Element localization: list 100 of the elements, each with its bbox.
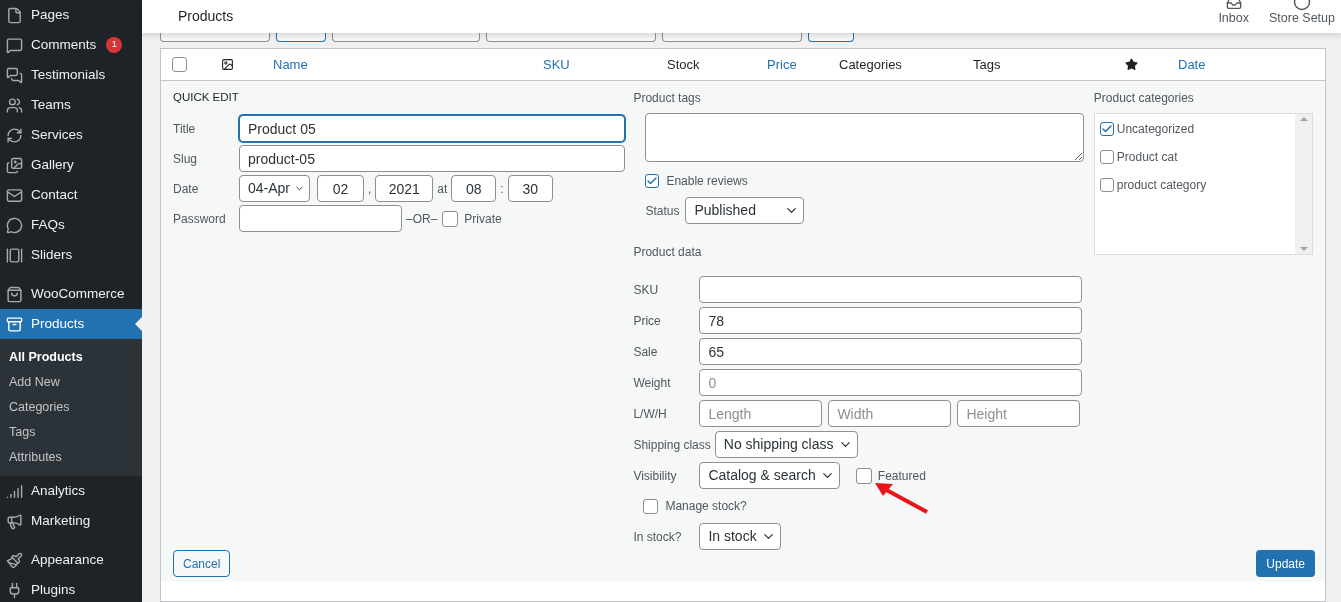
field-label: Product tags (633, 90, 702, 107)
tags-textarea[interactable] (645, 113, 1085, 162)
column-header[interactable]: Name (273, 54, 543, 75)
input-field[interactable]: 78 (699, 307, 1083, 334)
image-icon (221, 58, 234, 71)
column-header: Tags (973, 55, 1002, 74)
sidebar-item[interactable]: Plugins (0, 575, 142, 602)
toolbar-control[interactable] (486, 32, 656, 42)
submenu-item[interactable]: All Products (0, 345, 142, 370)
field-label: Manage stock? (665, 498, 747, 515)
column-header[interactable]: Date (1178, 54, 1206, 75)
field-label: L/W/H (633, 405, 668, 423)
sidebar-item[interactable]: WooCommerce (0, 279, 142, 309)
field-label: Product data (633, 244, 703, 261)
input-field[interactable] (699, 276, 1083, 303)
category-checkbox[interactable] (1099, 122, 1114, 136)
field-label: : (500, 180, 504, 198)
cancel-button[interactable]: Cancel (173, 550, 231, 577)
private-checkbox[interactable] (442, 210, 459, 227)
select-dropdown[interactable]: Published (685, 197, 805, 224)
field-label: Product categories (1093, 90, 1195, 107)
input-field[interactable]: product-05 (239, 145, 625, 173)
envelope-icon (6, 186, 23, 204)
input-field[interactable]: 30 (507, 175, 553, 203)
submenu-item[interactable]: Tags (0, 420, 142, 445)
sidebar-item[interactable]: Contact (0, 180, 142, 210)
input-field[interactable]: Width (828, 400, 952, 427)
field-label: Shipping class (633, 436, 711, 454)
input-field[interactable]: Product 05 (239, 115, 625, 143)
category-checkbox[interactable] (1099, 178, 1114, 192)
input-field[interactable]: Height (957, 400, 1081, 427)
column-header: Categories (839, 55, 903, 74)
sidebar-item[interactable]: Pages (0, 0, 142, 30)
select-dropdown[interactable]: Catalog & search (699, 462, 840, 489)
input-field[interactable] (239, 205, 402, 233)
column-header: Stock (667, 55, 701, 74)
pages-icon (6, 6, 23, 24)
header-action-button[interactable]: Store Setup (1269, 0, 1335, 25)
select-dropdown[interactable]: In stock (699, 523, 781, 550)
sidebar-item[interactable]: Gallery (0, 150, 142, 180)
toolbar-control[interactable] (808, 32, 854, 42)
active-pointer (135, 317, 142, 331)
input-field[interactable]: Length (699, 400, 823, 427)
field-label: Password (173, 210, 227, 228)
sidebar-item[interactable]: Analytics (0, 476, 142, 506)
speech-bubble-icon (6, 216, 23, 234)
megaphone-icon (6, 512, 23, 530)
field-label: Title (173, 120, 197, 138)
page-title: Products (178, 7, 234, 26)
sidebar-item[interactable]: Teams (0, 90, 142, 120)
submenu-item[interactable]: Categories (0, 395, 142, 420)
select-dropdown[interactable]: 04-Apr (239, 175, 310, 203)
column-header[interactable]: SKU (543, 54, 667, 75)
sidebar-item[interactable]: Appearance (0, 545, 142, 575)
field-label: Sale (633, 343, 659, 361)
update-button[interactable]: Update (1256, 550, 1315, 577)
field-label: Product cat (1116, 149, 1178, 166)
sidebar-item[interactable]: Services (0, 120, 142, 150)
toolbar-control[interactable] (662, 32, 802, 42)
people-icon (6, 96, 23, 114)
checkbox[interactable] (643, 498, 659, 514)
checkbox[interactable] (645, 174, 660, 188)
field-label: Visibility (633, 467, 678, 485)
toolbar-control[interactable] (276, 32, 326, 42)
submenu-item[interactable]: Add New (0, 370, 142, 395)
header-action-button[interactable]: Inbox (1218, 0, 1249, 25)
images-icon (6, 156, 23, 174)
star-icon (1125, 58, 1138, 71)
sidebar-item[interactable]: FAQs (0, 210, 142, 240)
field-label: In stock? (633, 528, 683, 546)
chat-bubbles-icon (6, 66, 23, 84)
sidebar-item[interactable]: Marketing (0, 506, 142, 536)
input-field[interactable]: 02 (317, 175, 364, 203)
sidebar-item[interactable]: Products (0, 309, 142, 339)
field-label: product category (1116, 177, 1207, 194)
toolbar-control[interactable] (160, 32, 270, 42)
scrollbar[interactable] (1295, 114, 1312, 254)
sidebar-item[interactable]: Sliders (0, 240, 142, 270)
field-label: Weight (633, 374, 672, 392)
field-label: Private (464, 210, 502, 228)
select-all-checkbox[interactable] (172, 57, 187, 72)
select-dropdown[interactable]: No shipping class (714, 431, 858, 458)
sidebar-item[interactable]: Comments 1 (0, 30, 142, 60)
input-field[interactable]: 0 (699, 369, 1083, 396)
field-label: Slug (173, 150, 199, 168)
slides-icon (6, 246, 23, 264)
featured-checkbox[interactable] (855, 467, 872, 484)
input-field[interactable]: 65 (699, 338, 1083, 365)
input-field[interactable]: 08 (451, 175, 497, 203)
sidebar-item[interactable]: Testimonials (0, 60, 142, 90)
bar-chart-icon (6, 482, 23, 500)
column-header[interactable]: Price (767, 54, 839, 75)
section-heading: QUICK EDIT (173, 90, 240, 105)
comment-icon (6, 36, 23, 54)
input-field[interactable]: 2021 (375, 175, 434, 203)
category-checkbox[interactable] (1099, 150, 1114, 164)
submenu-item[interactable]: Attributes (0, 445, 142, 470)
field-label: Status (645, 202, 680, 220)
field-label: –OR– (406, 210, 438, 228)
toolbar-control[interactable] (332, 32, 480, 42)
